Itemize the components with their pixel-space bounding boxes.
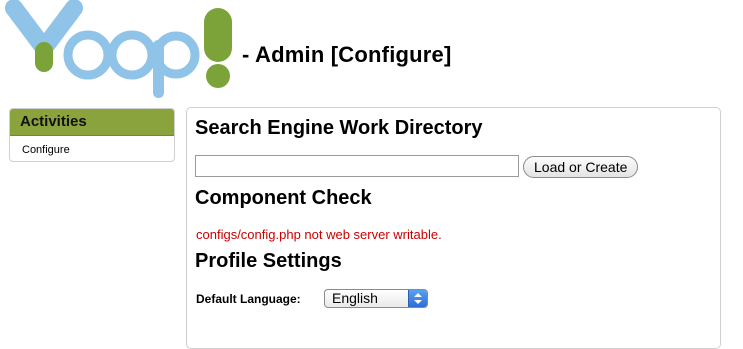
activities-panel: Activities Configure [9,108,175,162]
activities-heading: Activities [10,109,174,136]
select-arrows-icon [408,290,427,307]
default-language-label: Default Language: [196,292,301,306]
yoop-logo [5,0,232,98]
sidebar-item-configure[interactable]: Configure [10,136,174,156]
load-or-create-button[interactable]: Load or Create [523,156,639,178]
main-panel: Search Engine Work Directory Load or Cre… [186,107,721,349]
default-language-select[interactable]: English [324,289,428,308]
page-title: - Admin [Configure] [242,42,452,67]
profile-settings-heading: Profile Settings [195,250,342,272]
page-header: - Admin [Configure] [0,0,743,100]
component-check-heading: Component Check [195,187,372,209]
config-writable-error: configs/config.php not web server writab… [196,227,442,242]
work-directory-input[interactable] [195,155,519,177]
work-directory-heading: Search Engine Work Directory [195,117,483,139]
default-language-value: English [332,290,378,306]
